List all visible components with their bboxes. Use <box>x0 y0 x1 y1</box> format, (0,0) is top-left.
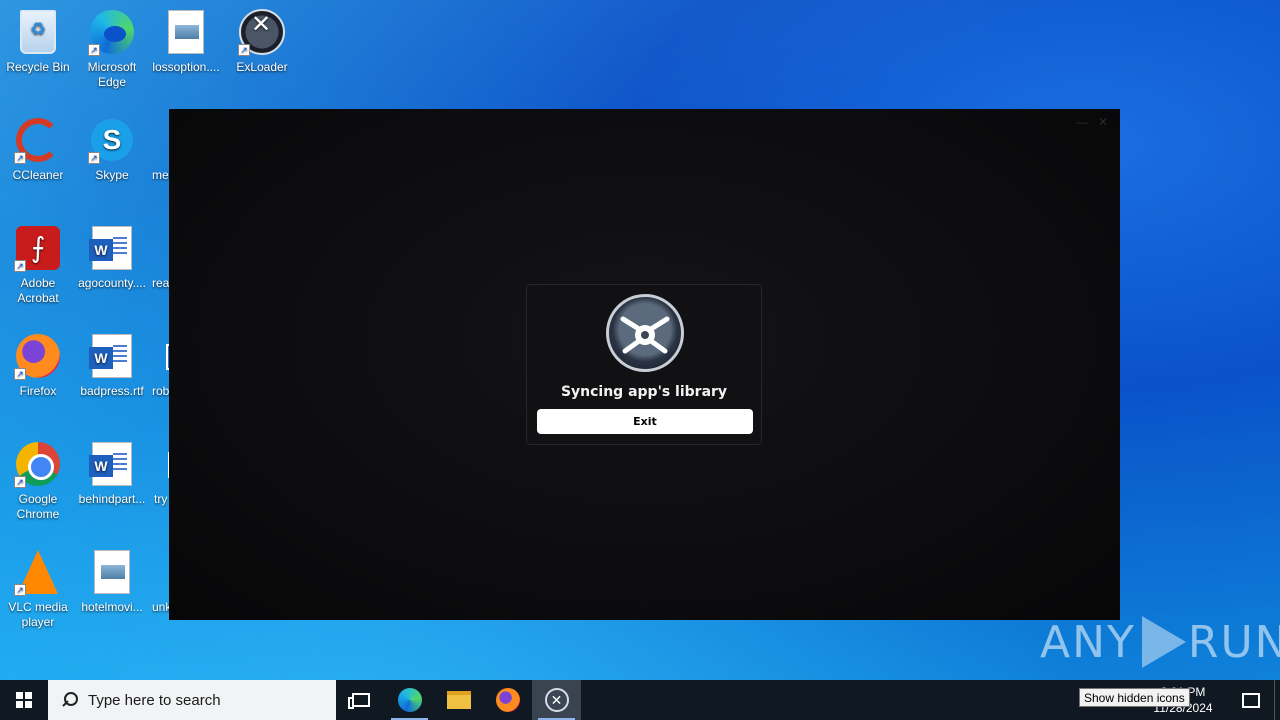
word-doc-icon: W <box>89 334 132 378</box>
shortcut-arrow-icon: ↗ <box>14 584 26 596</box>
start-button[interactable] <box>0 680 48 720</box>
word-doc-icon: W <box>89 226 132 270</box>
task-view-button[interactable] <box>336 680 385 720</box>
taskbar-file-explorer[interactable] <box>434 680 483 720</box>
desktop-icon-behindpart[interactable]: W behindpart... <box>74 440 150 507</box>
exloader-window: — ✕ Syncing app's library Exit <box>169 109 1120 620</box>
desktop-icon-recycle-bin[interactable]: Recycle Bin <box>0 8 76 75</box>
desktop-icon-agocounty[interactable]: W agocounty.... <box>74 224 150 291</box>
desktop-icon-vlc[interactable]: ↗ VLC media player <box>0 548 76 630</box>
word-doc-icon: W <box>89 442 132 486</box>
taskbar-exloader[interactable]: ✕ <box>532 680 581 720</box>
icon-label: rea <box>152 276 170 290</box>
exloader-icon: ✕ <box>544 688 569 712</box>
exloader-logo-icon <box>606 294 684 372</box>
task-view-icon <box>347 693 370 709</box>
shortcut-arrow-icon: ↗ <box>14 476 26 488</box>
watermark-left: ANY <box>1040 616 1136 668</box>
icon-label: behindpart... <box>78 492 146 506</box>
desktop-icon-acrobat[interactable]: ⨍ ↗ Adobe Acrobat <box>0 224 76 306</box>
search-icon <box>62 692 78 708</box>
desktop-icon-skype[interactable]: S ↗ Skype <box>74 116 150 183</box>
image-file-icon <box>168 10 204 54</box>
minimize-icon[interactable]: — <box>1076 115 1090 129</box>
icon-label: me <box>152 168 169 182</box>
icon-label: try <box>154 492 168 506</box>
play-icon <box>1141 616 1186 668</box>
icon-label: agocounty.... <box>78 276 146 290</box>
icon-label: Firefox <box>19 384 57 398</box>
show-hidden-icons-tooltip: Show hidden icons <box>1079 688 1190 707</box>
anyrun-watermark: ANY RUN <box>1040 612 1280 672</box>
windows-logo-icon <box>16 692 32 708</box>
sync-dialog: Syncing app's library Exit <box>526 284 762 445</box>
icon-label: Recycle Bin <box>6 60 70 74</box>
shortcut-arrow-icon: ↗ <box>14 260 26 272</box>
desktop-icon-exloader[interactable]: ↗ ExLoader <box>224 8 300 75</box>
shortcut-arrow-icon: ↗ <box>238 44 250 56</box>
icon-label: badpress.rtf <box>80 384 144 398</box>
taskbar-firefox[interactable] <box>483 680 532 720</box>
shortcut-arrow-icon: ↗ <box>14 368 26 380</box>
folder-icon <box>446 691 471 709</box>
firefox-icon <box>495 688 520 712</box>
notification-icon <box>1242 692 1260 708</box>
icon-label: CCleaner <box>12 168 64 182</box>
watermark-right: RUN <box>1187 616 1280 668</box>
exit-button[interactable]: Exit <box>537 409 753 434</box>
search-placeholder: Type here to search <box>88 691 221 709</box>
taskbar-search-box[interactable]: Type here to search <box>48 680 336 720</box>
icon-label: Microsoft Edge <box>87 60 137 89</box>
image-file-icon <box>94 550 130 594</box>
desktop-icon-lossoption[interactable]: lossoption.... <box>148 8 224 75</box>
taskbar-edge[interactable] <box>385 680 434 720</box>
icon-label: lossoption.... <box>152 60 220 74</box>
desktop-icon-hotelmovi[interactable]: hotelmovi... <box>74 548 150 615</box>
notification-button[interactable] <box>1228 680 1274 720</box>
desktop-icon-ccleaner[interactable]: ↗ CCleaner <box>0 116 76 183</box>
icon-label: VLC media player <box>8 600 68 629</box>
recycle-bin-icon <box>20 10 56 54</box>
edge-icon <box>397 688 422 712</box>
close-icon[interactable]: ✕ <box>1098 115 1112 129</box>
icon-label: Skype <box>95 168 129 182</box>
icon-label: Adobe Acrobat <box>17 276 59 305</box>
desktop-icon-firefox[interactable]: ↗ Firefox <box>0 332 76 399</box>
desktop-icon-chrome[interactable]: ↗ Google Chrome <box>0 440 76 522</box>
icon-label: rob <box>152 384 170 398</box>
shortcut-arrow-icon: ↗ <box>14 152 26 164</box>
icon-label: hotelmovi... <box>81 600 143 614</box>
icon-label: Google Chrome <box>16 492 60 521</box>
icon-label: ExLoader <box>236 60 288 74</box>
desktop-icon-edge[interactable]: ↗ Microsoft Edge <box>74 8 150 90</box>
shortcut-arrow-icon: ↗ <box>88 152 100 164</box>
dialog-title: Syncing app's library <box>560 384 728 400</box>
show-desktop-button[interactable] <box>1274 680 1280 720</box>
shortcut-arrow-icon: ↗ <box>88 44 100 56</box>
desktop-icon-badpress[interactable]: W badpress.rtf <box>74 332 150 399</box>
